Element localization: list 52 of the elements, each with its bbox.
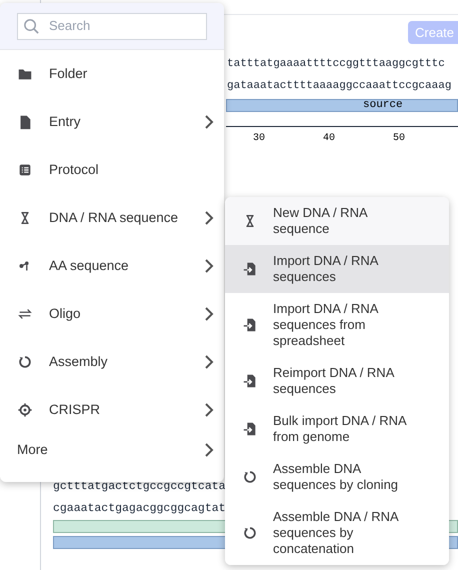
sequence-text: cgaaatactgagacggcggcagtat: [53, 501, 226, 517]
menu-item[interactable]: Folder: [0, 50, 224, 98]
sequence-text: gctttatgactctgccgccgtcata: [53, 479, 226, 495]
submenu-label: Import DNA / RNA sequences: [273, 253, 380, 285]
menu-item[interactable]: Oligo: [0, 290, 224, 338]
sequence-text: gataaatacttttaaaaggccaaattccgcaaag: [227, 79, 452, 94]
cycle-icon: [17, 354, 33, 370]
menu-label: Folder: [49, 64, 88, 83]
submenu-label: Assemble DNA / RNA sequences by concatenation: [273, 509, 400, 557]
crosshair-icon: [17, 402, 33, 418]
submenu-label: Bulk import DNA / RNA from genome: [273, 413, 408, 445]
menu-item[interactable]: CRISPR: [0, 386, 224, 434]
ruler-label: 50: [392, 132, 405, 146]
menu-label: Protocol: [49, 160, 100, 179]
menu-label: DNA / RNA sequence: [49, 208, 180, 227]
submenu-label: Reimport DNA / RNA sequences: [273, 365, 396, 397]
submenu-label: New DNA / RNA sequence: [273, 205, 368, 237]
file-import-icon: [242, 421, 258, 437]
submenu-item[interactable]: Assemble DNA / RNA sequences by concatenation: [225, 501, 449, 565]
submenu-item[interactable]: New DNA / RNA sequence: [225, 197, 449, 245]
feature-label: source: [363, 100, 403, 111]
submenu-item[interactable]: Import DNA / RNA sequences from spreadsheet: [225, 293, 449, 357]
submenu-item[interactable]: Bulk import DNA / RNA from genome: [225, 405, 449, 453]
cycle-icon: [242, 525, 258, 541]
menu-label: More: [17, 440, 49, 459]
submenu-label: Assemble DNA sequences by cloning: [273, 461, 400, 493]
file-import-icon: [242, 373, 258, 389]
menu-item[interactable]: Assembly: [0, 338, 224, 386]
menu-label: Assembly: [49, 352, 109, 371]
menu-item[interactable]: Protocol: [0, 146, 224, 194]
menu-label: Entry: [49, 112, 82, 131]
menu-item[interactable]: DNA / RNA sequence: [0, 194, 224, 242]
list-icon: [17, 162, 33, 178]
ruler-label: 30: [252, 132, 265, 146]
menu-item[interactable]: Entry: [0, 98, 224, 146]
menu-item[interactable]: More: [0, 434, 224, 466]
search-icon: [23, 18, 40, 34]
file-import-icon: [242, 261, 258, 277]
menu-item[interactable]: AA sequence: [0, 242, 224, 290]
sequence-text: tatttatgaaaattttccggtttaaggcgtttc: [227, 57, 445, 72]
menu-label: Oligo: [49, 304, 82, 323]
search-field[interactable]: Search: [17, 12, 207, 40]
submenu-item[interactable]: Reimport DNA / RNA sequences: [225, 357, 449, 405]
submenu-item[interactable]: Import DNA / RNA sequences: [225, 245, 449, 293]
menu-label: AA sequence: [49, 256, 130, 275]
submenu-label: Import DNA / RNA sequences from spreadsheet: [273, 301, 380, 349]
file-import-icon: [242, 317, 258, 333]
cycle-icon: [242, 469, 258, 485]
search-input[interactable]: Search: [49, 16, 199, 36]
submenu-item[interactable]: Assemble DNA sequences by cloning: [225, 453, 449, 501]
ruler-label: 40: [322, 132, 335, 146]
menu-label: CRISPR: [49, 400, 102, 419]
